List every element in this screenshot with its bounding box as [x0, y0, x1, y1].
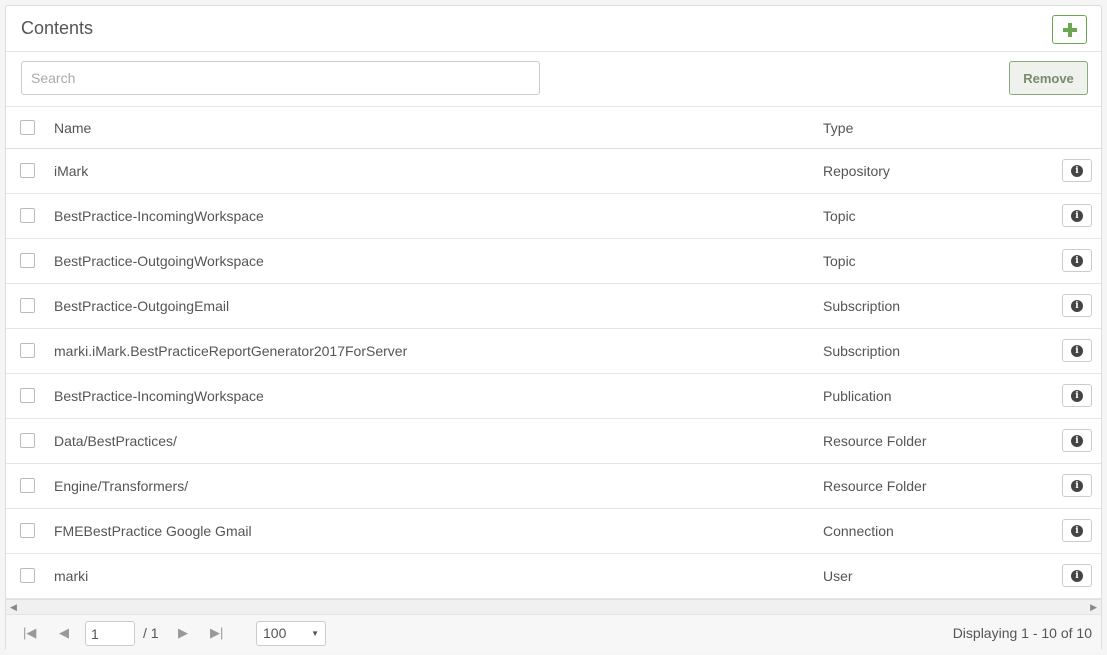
scroll-right-icon[interactable]: ▶ — [1090, 602, 1097, 613]
row-checkbox[interactable] — [20, 523, 35, 538]
display-count: Displaying 1 - 10 of 10 — [952, 625, 1092, 641]
cell-type: Repository — [823, 163, 890, 179]
column-header-name[interactable]: Name — [54, 120, 91, 136]
cell-type: Subscription — [823, 298, 901, 314]
remove-button[interactable]: Remove — [1009, 61, 1088, 95]
cell-name: FMEBestPractice Google Gmail — [54, 523, 252, 539]
info-button[interactable]: i — [1062, 429, 1092, 452]
info-icon: i — [1071, 254, 1083, 267]
panel-header: Contents — [6, 6, 1101, 52]
cell-name: BestPractice-OutgoingWorkspace — [54, 253, 264, 269]
info-button[interactable]: i — [1062, 384, 1092, 407]
cell-type: Topic — [823, 208, 856, 224]
horizontal-scrollbar[interactable]: ◀ ▶ — [6, 599, 1101, 614]
toolbar: Remove — [6, 52, 1101, 107]
info-button[interactable]: i — [1062, 249, 1092, 272]
info-button[interactable]: i — [1062, 519, 1092, 542]
cell-name: marki.iMark.BestPracticeReportGenerator2… — [54, 343, 408, 359]
cell-name: BestPractice-IncomingWorkspace — [54, 388, 264, 404]
scroll-left-icon[interactable]: ◀ — [10, 602, 17, 613]
cell-type: Connection — [823, 523, 894, 539]
cell-type: Resource Folder — [823, 478, 927, 494]
table-row[interactable]: marki.iMark.BestPracticeReportGenerator2… — [6, 329, 1101, 374]
cell-name: iMark — [54, 163, 89, 179]
info-icon: i — [1071, 389, 1083, 402]
info-button[interactable]: i — [1062, 204, 1092, 227]
info-icon: i — [1071, 164, 1083, 177]
table-row[interactable]: iMark Repository i — [6, 149, 1101, 194]
table-header: Name Type — [6, 107, 1101, 149]
table-row[interactable]: Data/BestPractices/Resource Folder i — [6, 419, 1101, 464]
info-button[interactable]: i — [1062, 159, 1092, 182]
cell-type: Subscription — [823, 343, 901, 359]
row-checkbox[interactable] — [20, 433, 35, 448]
pagination-bar: |◀ ◀ / 1 ▶ ▶| 100 ▼ Displaying 1 - 10 of… — [6, 614, 1101, 652]
page-size-select[interactable]: 100 ▼ — [256, 621, 326, 646]
table-row[interactable]: marki User i — [6, 554, 1101, 599]
info-icon: i — [1071, 209, 1083, 222]
next-page-icon[interactable]: ▶ — [178, 625, 188, 641]
cell-name: BestPractice-IncomingWorkspace — [54, 208, 264, 224]
info-icon: i — [1071, 524, 1083, 537]
row-checkbox[interactable] — [20, 298, 35, 313]
info-button[interactable]: i — [1062, 294, 1092, 317]
row-checkbox[interactable] — [20, 163, 35, 178]
info-button[interactable]: i — [1062, 474, 1092, 497]
row-checkbox[interactable] — [20, 388, 35, 403]
cell-type: Topic — [823, 253, 856, 269]
chevron-down-icon: ▼ — [311, 629, 319, 638]
previous-page-icon[interactable]: ◀ — [59, 625, 69, 641]
info-icon: i — [1071, 299, 1083, 312]
row-checkbox[interactable] — [20, 208, 35, 223]
column-header-type[interactable]: Type — [823, 120, 853, 136]
plus-icon — [1062, 22, 1077, 37]
contents-panel: Contents Remove Name Type iMark Repositor… — [5, 5, 1102, 652]
cell-name: marki — [54, 568, 89, 584]
cell-name: BestPractice-OutgoingEmail — [54, 298, 230, 314]
info-icon: i — [1071, 569, 1083, 582]
page-total: / 1 — [143, 625, 159, 641]
table-row[interactable]: BestPractice-OutgoingWorkspace Topic i — [6, 239, 1101, 284]
cell-type: User — [823, 568, 853, 584]
info-icon: i — [1071, 434, 1083, 447]
table-row[interactable]: BestPractice-IncomingWorkspace Topic i — [6, 194, 1101, 239]
panel-title: Contents — [21, 18, 94, 38]
table-row[interactable]: FMEBestPractice Google Gmail Connection i — [6, 509, 1101, 554]
table-row[interactable]: BestPractice-OutgoingEmail Subscription i — [6, 284, 1101, 329]
first-page-icon[interactable]: |◀ — [23, 625, 36, 641]
add-button[interactable] — [1052, 15, 1087, 44]
page-size-value: 100 — [263, 625, 287, 641]
search-input[interactable] — [21, 61, 540, 95]
table-row[interactable]: BestPractice-IncomingWorkspace Publicatio… — [6, 374, 1101, 419]
cell-name: Engine/Transformers/ — [54, 478, 189, 494]
row-checkbox[interactable] — [20, 253, 35, 268]
table-row[interactable]: Engine/Transformers/Resource Folder i — [6, 464, 1101, 509]
info-icon: i — [1071, 344, 1083, 357]
info-icon: i — [1071, 479, 1083, 492]
page-number-input[interactable] — [85, 621, 135, 646]
cell-type: Resource Folder — [823, 433, 927, 449]
row-checkbox[interactable] — [20, 568, 35, 583]
last-page-icon[interactable]: ▶| — [210, 625, 223, 641]
row-checkbox[interactable] — [20, 478, 35, 493]
select-all-checkbox[interactable] — [20, 120, 35, 135]
info-button[interactable]: i — [1062, 339, 1092, 362]
info-button[interactable]: i — [1062, 564, 1092, 587]
row-checkbox[interactable] — [20, 343, 35, 358]
cell-type: Publication — [823, 388, 892, 404]
cell-name: Data/BestPractices/ — [54, 433, 177, 449]
